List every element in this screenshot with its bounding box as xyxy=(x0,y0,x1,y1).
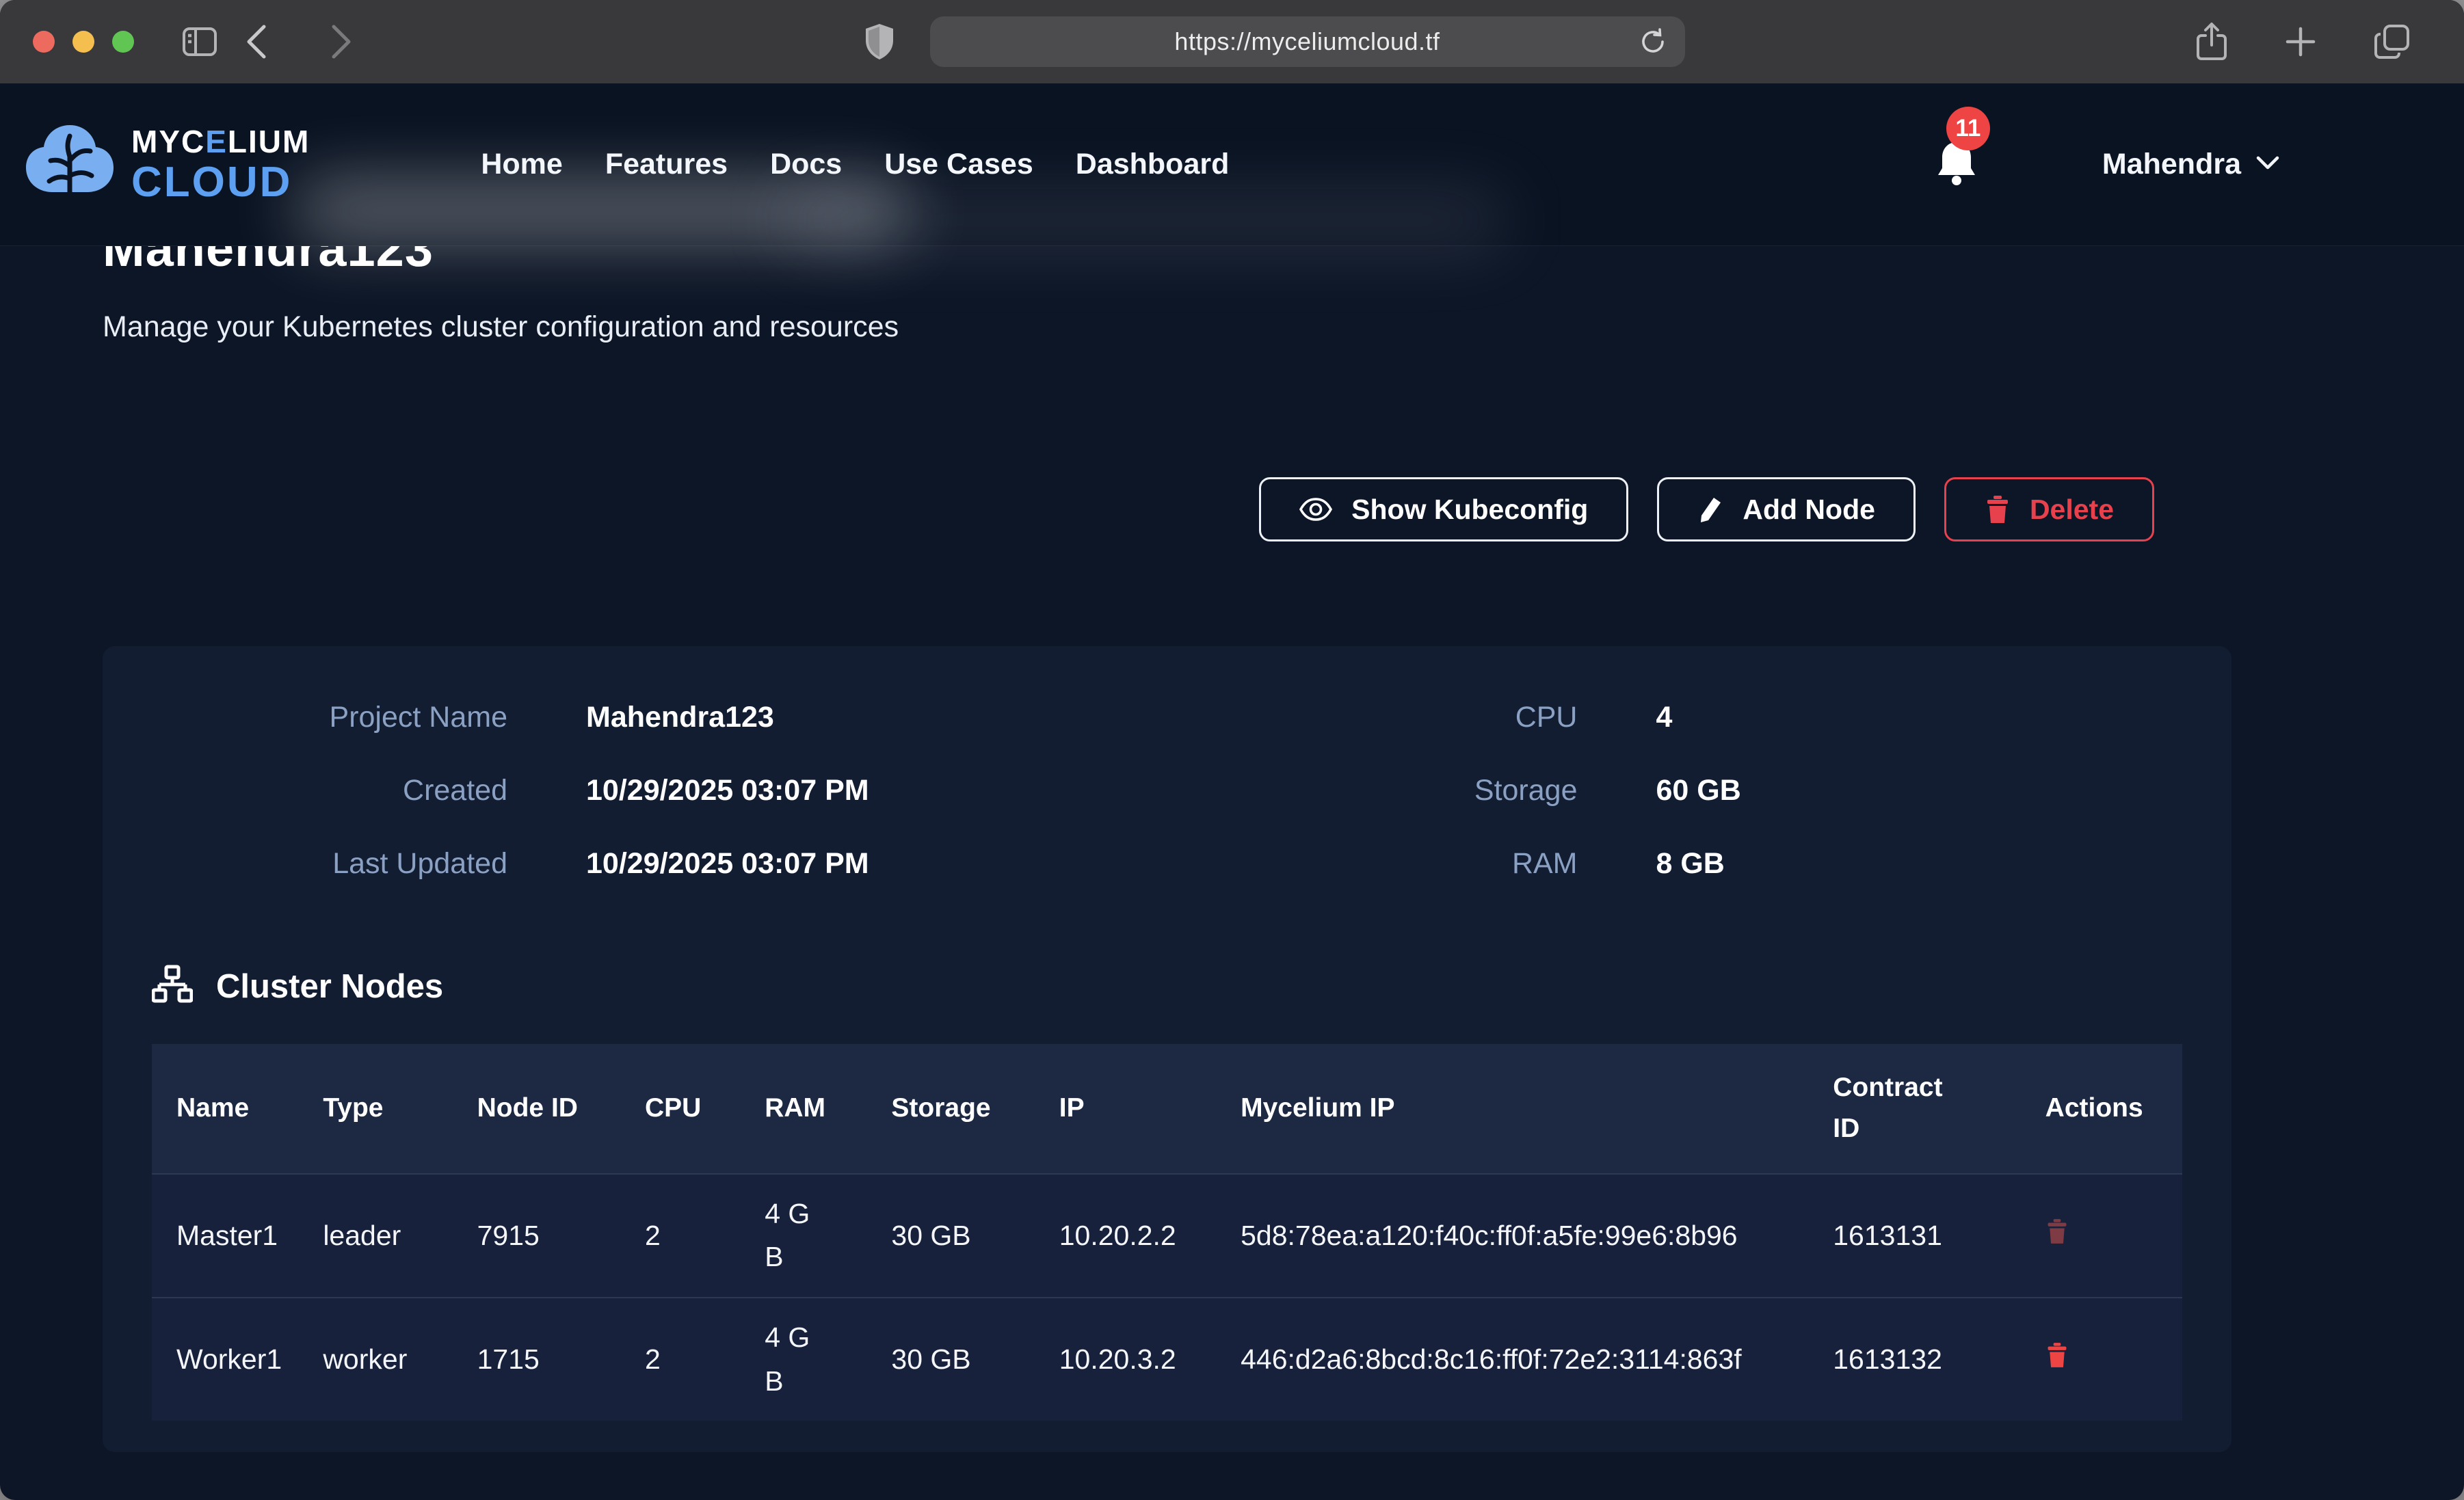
address-bar[interactable]: https://myceliumcloud.tf xyxy=(930,16,1685,67)
col-header-node-id: Node ID xyxy=(477,1044,645,1174)
cell-node-id: 7915 xyxy=(477,1174,645,1298)
cluster-nodes-icon xyxy=(152,964,193,1008)
add-node-button[interactable]: Add Node xyxy=(1657,477,1916,541)
delete-cluster-button[interactable]: Delete xyxy=(1944,477,2154,541)
cell-storage: 30 GB xyxy=(891,1174,1059,1298)
cell-name: Master1 xyxy=(152,1174,323,1298)
nav-link-features[interactable]: Features xyxy=(605,148,728,181)
forward-button-icon[interactable] xyxy=(330,24,353,59)
cluster-actions: Show Kubeconfig Add Node xyxy=(103,477,2231,541)
nav-links: Home Features Docs Use Cases Dashboard xyxy=(481,148,1229,181)
sidebar-toggle-icon[interactable] xyxy=(182,27,217,57)
reload-icon[interactable] xyxy=(1639,27,1667,56)
nav-link-use-cases[interactable]: Use Cases xyxy=(884,148,1033,181)
info-value-cpu: 4 xyxy=(1656,701,2183,734)
col-header-type: Type xyxy=(323,1044,477,1174)
cell-storage: 30 GB xyxy=(891,1298,1059,1421)
cell-ram: 4 GB xyxy=(765,1174,891,1298)
info-label: Last Updated xyxy=(152,847,507,881)
eye-icon xyxy=(1299,498,1332,521)
url-text: https://myceliumcloud.tf xyxy=(1174,27,1440,56)
cell-cpu: 2 xyxy=(645,1174,765,1298)
browser-window: https://myceliumcloud.tf xyxy=(0,0,2464,1500)
cluster-details-card: Project Name Mahendra123 Created 10/29/2… xyxy=(103,646,2231,1452)
info-value-storage: 60 GB xyxy=(1656,774,2183,807)
table-header-row: Name Type Node ID CPU RAM Storage IP Myc… xyxy=(152,1044,2182,1174)
nav-link-home[interactable]: Home xyxy=(481,148,562,181)
col-header-ram: RAM xyxy=(765,1044,891,1174)
info-label: Storage xyxy=(1167,774,1578,807)
cell-node-id: 1715 xyxy=(477,1298,645,1421)
nav-link-docs[interactable]: Docs xyxy=(770,148,842,181)
brand-line1: MYCELIUM xyxy=(131,126,310,157)
col-header-name: Name xyxy=(152,1044,323,1174)
user-name: Mahendra xyxy=(2102,148,2241,181)
traffic-lights xyxy=(33,31,134,53)
minimize-window-button[interactable] xyxy=(72,31,94,53)
main-content: Mahendra123 Manage your Kubernetes clust… xyxy=(0,222,2464,1452)
col-header-mycelium-ip: Mycelium IP xyxy=(1241,1044,1833,1174)
close-window-button[interactable] xyxy=(33,31,55,53)
tab-overview-icon[interactable] xyxy=(2374,23,2411,60)
privacy-shield-icon[interactable] xyxy=(864,23,895,61)
mycelium-logo-icon xyxy=(25,121,115,208)
info-value-ram: 8 GB xyxy=(1656,847,2183,881)
page-subtitle: Manage your Kubernetes cluster configura… xyxy=(103,310,2231,344)
cell-ip: 10.20.3.2 xyxy=(1059,1298,1241,1421)
trash-icon xyxy=(1985,494,2011,524)
pencil-icon xyxy=(1697,495,1723,524)
info-label: Created xyxy=(152,774,507,807)
bell-icon xyxy=(1934,178,1979,190)
trash-icon xyxy=(2045,1218,2069,1245)
col-header-cpu: CPU xyxy=(645,1044,765,1174)
show-kubeconfig-button[interactable]: Show Kubeconfig xyxy=(1259,477,1628,541)
cell-type: leader xyxy=(323,1174,477,1298)
site-navbar: MYCELIUM CLOUD Home Features Docs Use Ca… xyxy=(0,83,2464,246)
info-label: Project Name xyxy=(152,701,507,734)
info-label: RAM xyxy=(1167,847,1578,881)
zoom-window-button[interactable] xyxy=(112,31,134,53)
user-menu[interactable]: Mahendra xyxy=(2102,148,2279,181)
new-tab-icon[interactable] xyxy=(2283,25,2318,59)
cell-name: Worker1 xyxy=(152,1298,323,1421)
cell-contract-id: 1613131 xyxy=(1833,1174,2045,1298)
info-value-project-name: Mahendra123 xyxy=(586,701,1167,734)
col-header-storage: Storage xyxy=(891,1044,1059,1174)
col-header-ip: IP xyxy=(1059,1044,1241,1174)
col-header-contract-id: Contract ID xyxy=(1833,1044,2045,1174)
cell-contract-id: 1613132 xyxy=(1833,1298,2045,1421)
info-value-last-updated: 10/29/2025 03:07 PM xyxy=(586,847,1167,881)
cluster-nodes-title: Cluster Nodes xyxy=(216,967,443,1006)
back-button-icon[interactable] xyxy=(245,24,268,59)
brand-line2: CLOUD xyxy=(131,161,310,204)
brand-logo[interactable]: MYCELIUM CLOUD xyxy=(25,121,310,208)
cell-cpu: 2 xyxy=(645,1298,765,1421)
cluster-nodes-table: Name Type Node ID CPU RAM Storage IP Myc… xyxy=(152,1044,2182,1421)
info-label: CPU xyxy=(1167,701,1578,734)
cell-ram: 4 GB xyxy=(765,1298,891,1421)
table-row-master1: Master1 leader 7915 2 4 GB 30 GB 10.20.2… xyxy=(152,1174,2182,1298)
col-header-actions: Actions xyxy=(2045,1044,2182,1174)
browser-chrome: https://myceliumcloud.tf xyxy=(0,0,2464,83)
cell-mycelium-ip: 446:d2a6:8bcd:8c16:ff0f:72e2:3114:863f xyxy=(1241,1298,1833,1421)
nav-link-dashboard[interactable]: Dashboard xyxy=(1076,148,1230,181)
cell-ip: 10.20.2.2 xyxy=(1059,1174,1241,1298)
notifications-button[interactable]: 11 xyxy=(1934,138,1979,191)
info-value-created: 10/29/2025 03:07 PM xyxy=(586,774,1167,807)
cell-type: worker xyxy=(323,1298,477,1421)
chevron-down-icon xyxy=(2256,155,2279,174)
delete-node-button[interactable] xyxy=(2045,1341,2069,1369)
share-icon[interactable] xyxy=(2196,22,2227,62)
trash-icon xyxy=(2045,1341,2069,1369)
delete-node-button[interactable] xyxy=(2045,1218,2069,1245)
cell-mycelium-ip: 5d8:78ea:a120:f40c:ff0f:a5fe:99e6:8b96 xyxy=(1241,1174,1833,1298)
cluster-info: Project Name Mahendra123 Created 10/29/2… xyxy=(152,699,2182,881)
notification-badge: 11 xyxy=(1946,107,1990,150)
table-row-worker1: Worker1 worker 1715 2 4 GB 30 GB 10.20.3… xyxy=(152,1298,2182,1421)
